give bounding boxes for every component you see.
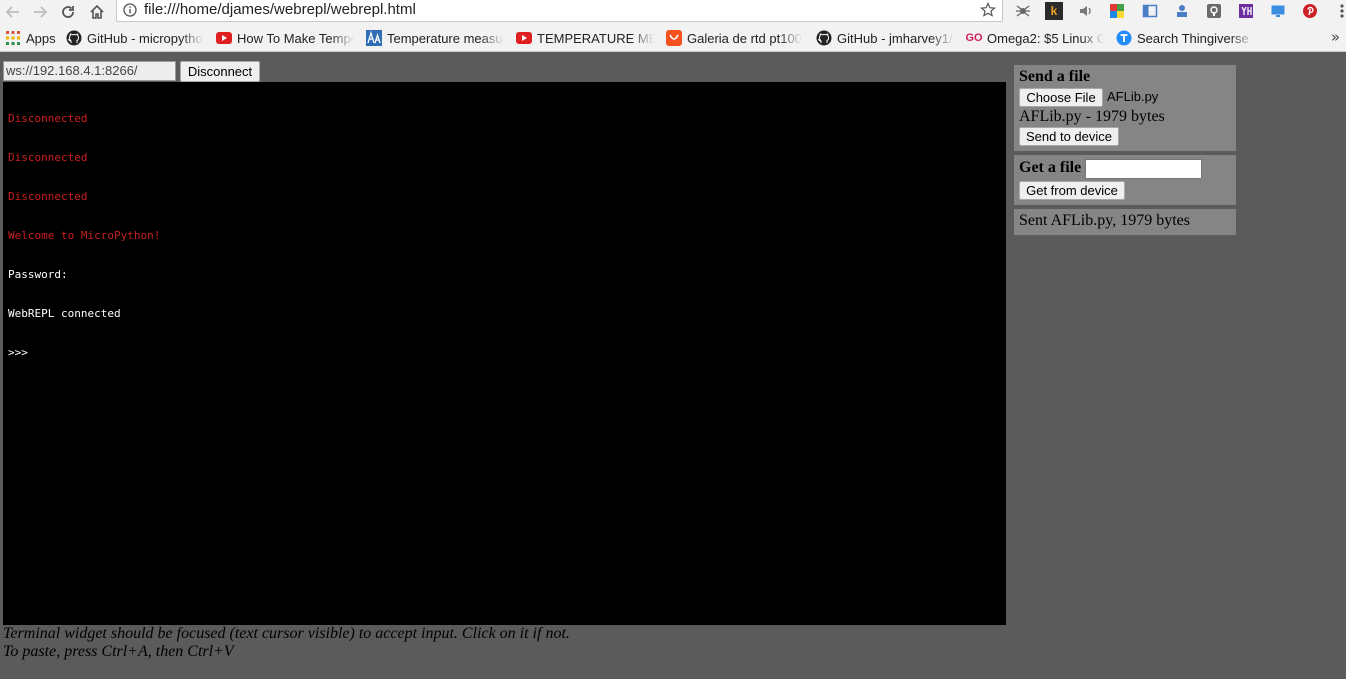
bookmark-star-icon[interactable] (980, 2, 996, 18)
hint-line: To paste, press Ctrl+A, then Ctrl+V (3, 643, 234, 660)
bookmark-thingiverse[interactable]: Search Thingiverse - (1116, 29, 1254, 47)
extension-k-icon[interactable]: k (1045, 2, 1063, 20)
bookmark-label: GitHub - micropython (87, 30, 204, 46)
terminal-line: Password: (8, 268, 68, 281)
terminal-prompt: >>> (8, 346, 28, 359)
extension-yh-icon[interactable] (1237, 2, 1255, 20)
address-bar[interactable]: file:///home/djames/webrepl/webrepl.html (116, 0, 1003, 22)
get-file-panel: Get a file Get from device (1014, 155, 1236, 205)
websocket-url-input[interactable]: ws://192.168.4.1:8266/ (3, 61, 176, 81)
thingiverse-icon (1116, 30, 1132, 46)
browser-menu-button[interactable] (1333, 2, 1346, 20)
github-icon (66, 30, 82, 46)
arrow-right-icon (34, 6, 48, 18)
bookmark-label: How To Make Temperature (237, 30, 354, 46)
extension-spider-icon[interactable] (1014, 2, 1032, 20)
back-button[interactable] (2, 1, 24, 23)
apps-grid-icon (5, 30, 21, 46)
extension-pinterest-icon[interactable] (1301, 2, 1319, 20)
bookmark-apps[interactable]: Apps (5, 29, 57, 47)
bookmark-temperature-measurement-caps[interactable]: TEMPERATURE MEASUREMENT (516, 29, 654, 47)
send-file-title: Send a file (1019, 68, 1091, 85)
info-icon[interactable] (123, 3, 137, 17)
bookmark-galeria-rtd[interactable]: Galeria de rtd pt100 (666, 29, 804, 47)
home-button[interactable] (86, 1, 108, 23)
terminal-line: Disconnected (8, 190, 88, 203)
font-a-icon (366, 30, 382, 46)
forward-button[interactable] (29, 1, 51, 23)
extension-monitor-icon[interactable] (1269, 2, 1287, 20)
terminal-line: Disconnected (8, 151, 88, 164)
bookmark-github-jmharvey[interactable]: GitHub - jmharvey1/A (816, 29, 954, 47)
file-status-text: Sent AFLib.py, 1979 bytes (1019, 212, 1190, 229)
disconnect-button[interactable]: Disconnect (180, 61, 260, 82)
get-file-title: Get a file (1019, 159, 1082, 176)
extension-speaker-icon[interactable] (1076, 2, 1094, 20)
bookmark-label: Temperature measurement (387, 30, 504, 46)
bookmark-label: Search Thingiverse - (1137, 30, 1254, 46)
aliexpress-icon (666, 30, 682, 46)
home-icon (90, 4, 104, 19)
bookmark-label: Galeria de rtd pt100 (687, 30, 802, 46)
arrow-left-icon (5, 6, 19, 18)
terminal-line: WebREPL connected (8, 307, 121, 320)
terminal[interactable]: Disconnected Disconnected Disconnected W… (3, 82, 1006, 625)
reload-button[interactable] (57, 1, 79, 23)
terminal-line: Welcome to MicroPython! (8, 229, 161, 242)
bookmark-temperature-measurement[interactable]: Temperature measurement (366, 29, 504, 47)
send-to-device-button[interactable]: Send to device (1019, 127, 1119, 146)
youtube-icon (516, 30, 532, 46)
extension-sidebar-icon[interactable] (1141, 2, 1159, 20)
extension-bulb-icon[interactable] (1205, 2, 1223, 20)
bookmark-omega2[interactable]: GO Omega2: $5 Linux Computer (966, 29, 1104, 47)
bookmark-label: GitHub - jmharvey1/A (837, 30, 954, 46)
bookmarks-overflow-chevron-icon[interactable]: » (1331, 28, 1340, 46)
github-icon (816, 30, 832, 46)
terminal-line: Disconnected (8, 112, 88, 125)
chosen-file-name: AFLib.py (1107, 89, 1159, 104)
get-from-device-button[interactable]: Get from device (1019, 181, 1125, 200)
bookmark-label: Omega2: $5 Linux Computer (987, 30, 1104, 46)
onion-go-icon: GO (966, 32, 983, 44)
bookmark-github-micropython[interactable]: GitHub - micropython (66, 29, 204, 47)
send-file-panel: Send a file Choose File AFLib.py AFLib.p… (1014, 65, 1236, 151)
reload-icon (62, 6, 74, 18)
bookmark-how-to-make-temperature[interactable]: How To Make Temperature (216, 29, 354, 47)
bookmark-label: Apps (26, 30, 56, 46)
browser-toolbar: file:///home/djames/webrepl/webrepl.html… (0, 0, 1346, 24)
bookmarks-bar: Apps GitHub - micropython How To Make Te… (0, 24, 1346, 52)
terminal-hint: Terminal widget should be focused (text … (3, 625, 570, 661)
choose-file-button[interactable]: Choose File (1019, 88, 1103, 107)
extension-person-icon[interactable] (1173, 2, 1191, 20)
hint-line: Terminal widget should be focused (text … (3, 625, 570, 642)
file-info: AFLib.py - 1979 bytes (1019, 108, 1165, 125)
file-status-panel: Sent AFLib.py, 1979 bytes (1014, 209, 1236, 235)
youtube-icon (216, 30, 232, 46)
kebab-menu-icon (1340, 4, 1344, 18)
address-url[interactable]: file:///home/djames/webrepl/webrepl.html (144, 1, 416, 18)
bookmark-label: TEMPERATURE MEASUREMENT (537, 30, 654, 46)
get-filename-input[interactable] (1085, 159, 1202, 179)
extension-color-icon[interactable] (1108, 2, 1126, 20)
